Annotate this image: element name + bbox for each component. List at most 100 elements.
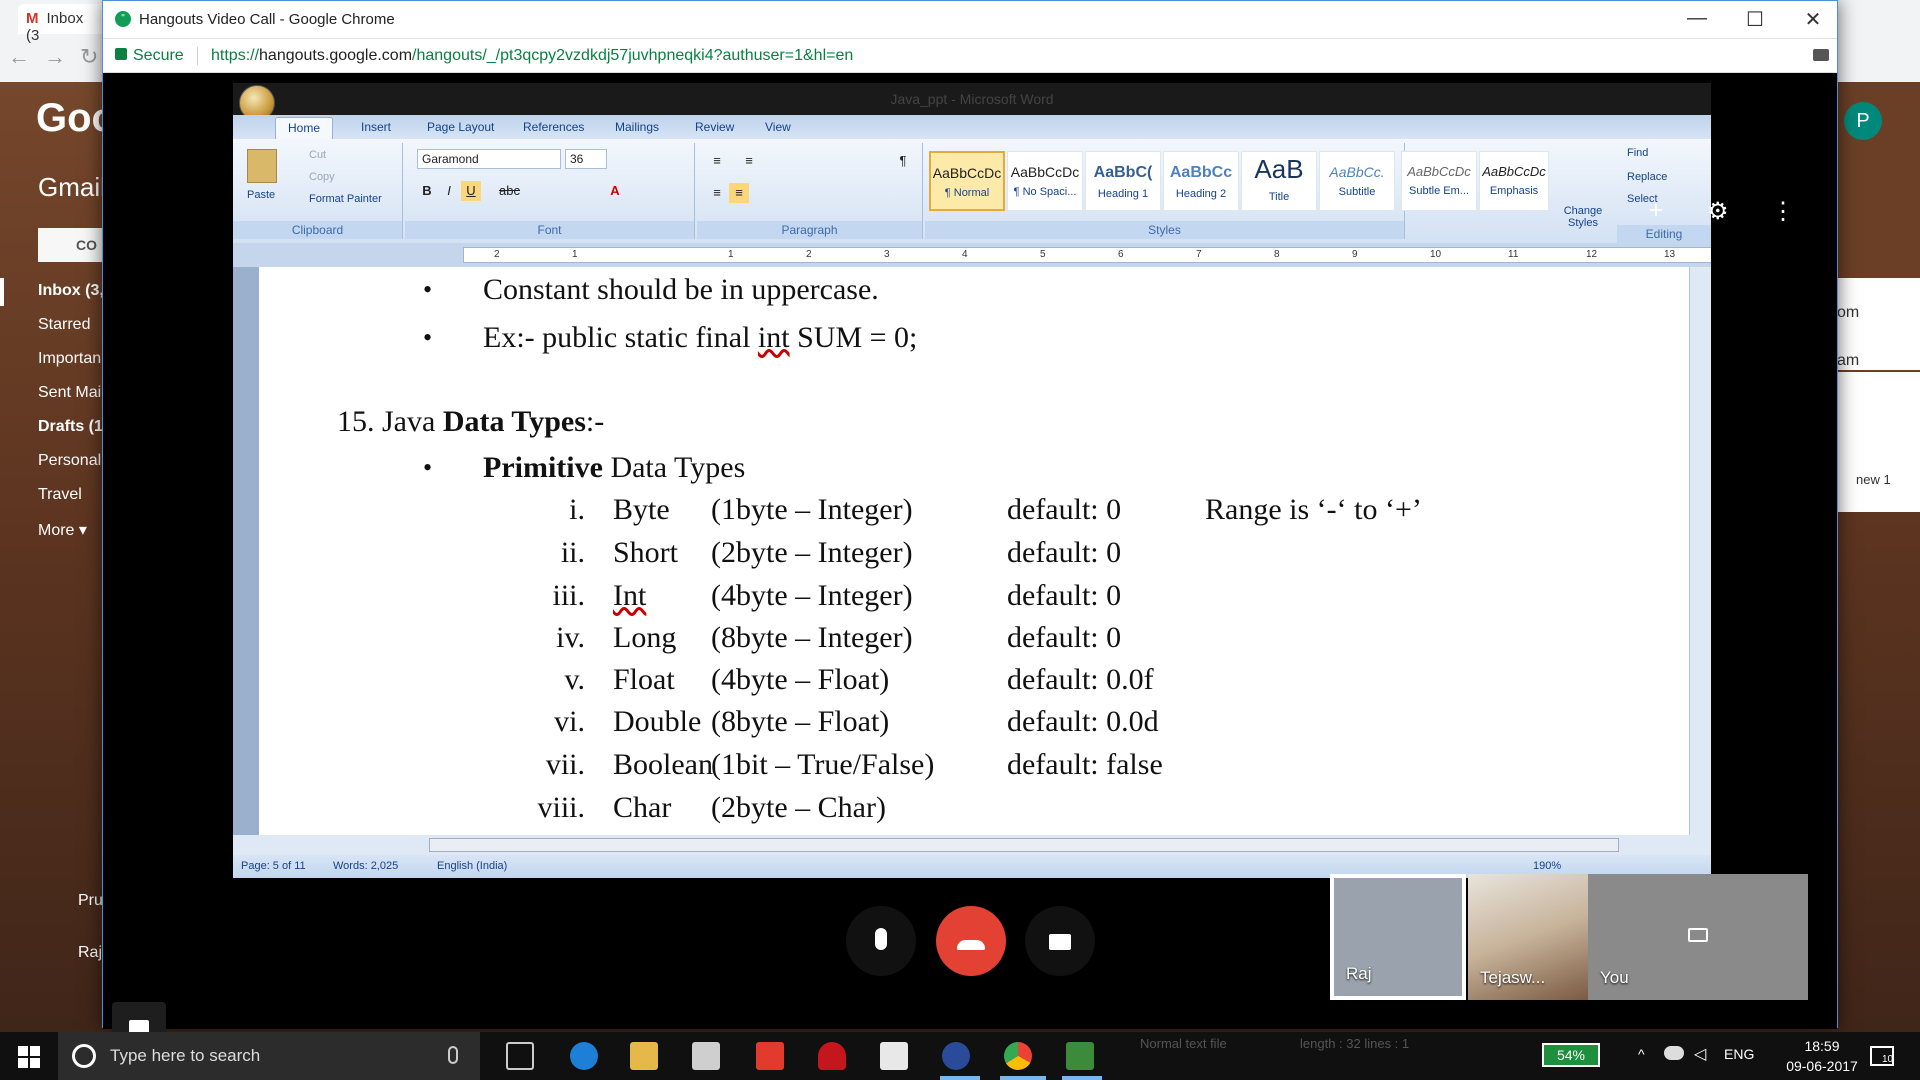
- nav-inbox[interactable]: Inbox (3,: [38, 282, 104, 300]
- gmail-tab[interactable]: M Inbox (3: [18, 4, 108, 44]
- add-person-icon[interactable]: +: [1649, 197, 1663, 225]
- maximize-button[interactable]: ☐: [1735, 7, 1775, 32]
- row-size: (4byte – Integer): [711, 579, 913, 612]
- ruler-number: 6: [1118, 249, 1124, 260]
- store-icon[interactable]: [692, 1042, 720, 1070]
- style-subtitle[interactable]: AaBbCc. Subtitle: [1319, 151, 1395, 211]
- chat-contact-1[interactable]: Pru: [78, 892, 103, 910]
- participant-tile-you[interactable]: You: [1588, 874, 1808, 1000]
- gear-icon[interactable]: ⚙: [1707, 197, 1729, 226]
- strikethrough-button[interactable]: abc: [499, 181, 520, 201]
- language-status[interactable]: English (India): [437, 860, 507, 872]
- nav-travel[interactable]: Travel: [38, 486, 82, 504]
- pilcrow-icon[interactable]: ¶: [893, 151, 913, 171]
- style-emphasis[interactable]: AaBbCcDc Emphasis: [1479, 151, 1549, 211]
- url-text[interactable]: https://hangouts.google.com/hangouts/_/p…: [211, 47, 853, 65]
- vertical-scrollbar[interactable]: [1689, 267, 1711, 835]
- page-count[interactable]: Page: 5 of 11: [241, 860, 306, 872]
- app-red-icon[interactable]: [756, 1042, 784, 1070]
- tab-page-layout[interactable]: Page Layout: [427, 120, 494, 134]
- tray-chevron-icon[interactable]: ^: [1638, 1046, 1645, 1062]
- close-button[interactable]: ✕: [1793, 7, 1833, 32]
- more-options-icon[interactable]: ⋮: [1771, 197, 1795, 226]
- tab-mailings[interactable]: Mailings: [615, 120, 659, 134]
- nav-important[interactable]: Importan: [38, 350, 101, 368]
- font-color-button[interactable]: A: [605, 181, 625, 201]
- task-view-icon[interactable]: [506, 1042, 534, 1070]
- underline-button[interactable]: U: [461, 181, 481, 201]
- avatar[interactable]: P: [1844, 102, 1882, 140]
- style-no-spacing[interactable]: AaBbCcDc ¶ No Spaci...: [1007, 151, 1083, 211]
- nav-personal[interactable]: Personal: [38, 452, 101, 470]
- word-title: Java_ppt - Microsoft Word: [890, 91, 1054, 107]
- notification-center-icon[interactable]: 10: [1870, 1046, 1894, 1066]
- windows-start-icon[interactable]: [18, 1046, 40, 1068]
- chat-contact-2[interactable]: Raj: [78, 944, 102, 962]
- paste-icon[interactable]: [247, 149, 277, 183]
- word-count[interactable]: Words: 2,025: [333, 860, 398, 872]
- hang-up-button[interactable]: [936, 906, 1006, 976]
- zoom-level[interactable]: 190%: [1533, 860, 1561, 872]
- clock[interactable]: 18:59 09-06-2017: [1774, 1036, 1870, 1076]
- app-globe-icon[interactable]: [942, 1042, 970, 1070]
- font-name-combo[interactable]: Garamond: [417, 149, 561, 169]
- copy-button[interactable]: Copy: [309, 171, 335, 183]
- file-explorer-icon[interactable]: [630, 1042, 658, 1070]
- back-forward-icons[interactable]: ←→↻: [8, 44, 112, 70]
- search-placeholder: Type here to search: [110, 1046, 261, 1065]
- notepad-plus-icon[interactable]: [1066, 1042, 1094, 1070]
- paste-button[interactable]: Paste: [247, 189, 275, 201]
- mute-button[interactable]: [846, 906, 916, 976]
- style-name: ¶ No Spaci...: [1013, 186, 1077, 198]
- chrome-icon[interactable]: [1004, 1042, 1032, 1070]
- nav-starred[interactable]: Starred: [38, 316, 90, 334]
- find-button[interactable]: Find: [1627, 147, 1648, 159]
- cut-button[interactable]: Cut: [309, 149, 326, 161]
- change-styles-button[interactable]: Change Styles: [1553, 205, 1613, 229]
- document-page[interactable]: • Constant should be in uppercase. • Ex:…: [259, 267, 1689, 835]
- gmail-label[interactable]: Gmail: [38, 172, 106, 203]
- tab-home[interactable]: Home: [275, 117, 334, 139]
- mcafee-icon[interactable]: [818, 1042, 846, 1070]
- format-painter-button[interactable]: Format Painter: [309, 193, 382, 205]
- numbering-icon[interactable]: ≡: [739, 151, 759, 171]
- style-normal[interactable]: AaBbCcDc ¶ Normal: [929, 151, 1005, 211]
- align-left-icon[interactable]: ≡: [707, 183, 727, 203]
- bullets-icon[interactable]: ≡: [707, 151, 727, 171]
- bold-button[interactable]: B: [417, 181, 437, 201]
- style-heading-1[interactable]: AaBbC(Heading 1: [1085, 151, 1161, 211]
- style-subtle-emphasis[interactable]: AaBbCcDc Subtle Em...: [1401, 151, 1477, 211]
- style-title[interactable]: AaB Title: [1241, 151, 1317, 211]
- taskbar-search[interactable]: Type here to search: [58, 1032, 480, 1080]
- minimize-button[interactable]: —: [1677, 7, 1717, 30]
- camera-icon[interactable]: [1813, 49, 1829, 61]
- participant-tile-raj[interactable]: Raj: [1330, 874, 1466, 1000]
- ruler[interactable]: 2 1 1 2 3 4 5 6 7 8 9 10 11 12 13: [233, 243, 1711, 267]
- edge-icon[interactable]: [570, 1042, 598, 1070]
- microphone-icon[interactable]: [448, 1046, 458, 1064]
- italic-button[interactable]: I: [439, 181, 459, 201]
- lock-icon: [115, 48, 127, 60]
- tab-view[interactable]: View: [765, 120, 791, 134]
- battery-indicator[interactable]: 54%: [1542, 1043, 1600, 1067]
- camera-toggle-button[interactable]: [1025, 906, 1095, 976]
- tab-insert[interactable]: Insert: [361, 120, 391, 134]
- style-heading-2[interactable]: AaBbCc Heading 2: [1163, 151, 1239, 211]
- tab-review[interactable]: Review: [695, 120, 734, 134]
- scroll-thumb[interactable]: [429, 838, 1619, 852]
- language-indicator[interactable]: ENG: [1724, 1046, 1754, 1062]
- participant-tile-tejasw[interactable]: Tejasw...: [1468, 874, 1588, 1000]
- cloud-icon[interactable]: [1664, 1046, 1684, 1060]
- nav-more[interactable]: More ▾: [38, 520, 87, 540]
- address-bar[interactable]: Secure https://hangouts.google.com/hango…: [103, 39, 1837, 73]
- align-center-icon[interactable]: ≡: [729, 183, 749, 203]
- tab-references[interactable]: References: [523, 120, 584, 134]
- font-size-combo[interactable]: 36: [565, 149, 607, 169]
- nav-sent[interactable]: Sent Mai: [38, 384, 101, 402]
- row-size: (8byte – Float): [711, 705, 890, 738]
- replace-button[interactable]: Replace: [1627, 171, 1667, 183]
- horizontal-scrollbar[interactable]: [233, 835, 1711, 855]
- nav-drafts[interactable]: Drafts (1: [38, 418, 103, 436]
- mail-icon[interactable]: [880, 1042, 908, 1070]
- volume-icon[interactable]: ◁: [1694, 1044, 1706, 1064]
